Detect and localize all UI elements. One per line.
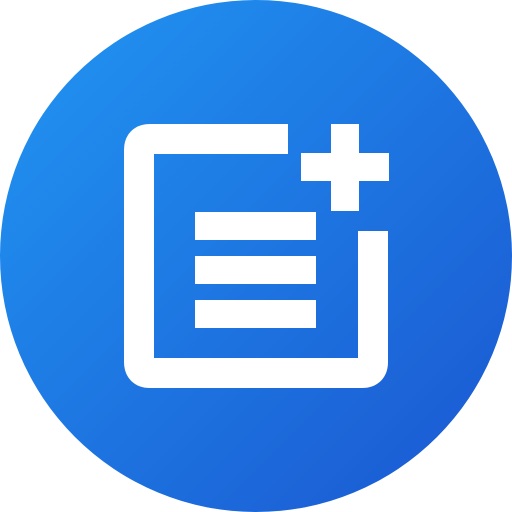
add-note-icon[interactable]	[0, 0, 512, 512]
text-line-3	[195, 300, 316, 328]
icon-canvas	[0, 0, 512, 512]
plus-horizontal-bar	[301, 153, 389, 181]
text-line-1	[195, 212, 316, 240]
text-line-2	[195, 256, 316, 284]
text-lines	[195, 212, 316, 328]
